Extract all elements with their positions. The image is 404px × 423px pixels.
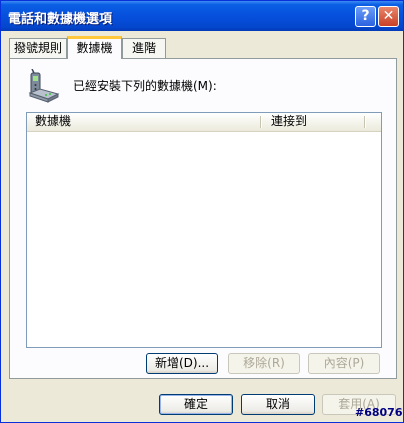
modem-phone-icon: [28, 69, 60, 103]
window-title: 電話和數據機選項: [8, 12, 113, 27]
tab-modems[interactable]: 數據機: [67, 36, 122, 59]
installed-modems-label: 已經安裝下列的數據機(M):: [73, 79, 217, 93]
watermark-id: #68076: [355, 406, 403, 419]
column-divider[interactable]: [260, 116, 261, 128]
add-button[interactable]: 新增(D)...: [146, 353, 218, 374]
dialog-window: 電話和數據機選項 ? ✕ 撥號規則 數據機 進階 已經安裝下列的數據機(M): …: [0, 0, 404, 423]
close-button[interactable]: ✕: [378, 6, 399, 27]
column-header-modem[interactable]: 數據機: [27, 113, 259, 131]
modems-list[interactable]: 數據機 連接到: [26, 112, 382, 348]
tab-advanced[interactable]: 進階: [122, 38, 166, 58]
properties-button[interactable]: 內容(P): [308, 353, 380, 374]
column-divider[interactable]: [364, 116, 365, 128]
modems-tab-panel: 已經安裝下列的數據機(M): 數據機 連接到 新增(D)... 移除(R) 內容…: [9, 58, 397, 379]
tab-dialing-rules[interactable]: 撥號規則: [9, 38, 67, 58]
column-header-attached-to[interactable]: 連接到: [263, 113, 363, 131]
list-header: 數據機 連接到: [27, 113, 381, 132]
title-bar[interactable]: 電話和數據機選項 ? ✕: [1, 1, 403, 31]
help-button[interactable]: ?: [355, 6, 376, 27]
cancel-button[interactable]: 取消: [241, 394, 315, 415]
remove-button[interactable]: 移除(R): [228, 353, 300, 374]
ok-button[interactable]: 確定: [159, 394, 233, 415]
